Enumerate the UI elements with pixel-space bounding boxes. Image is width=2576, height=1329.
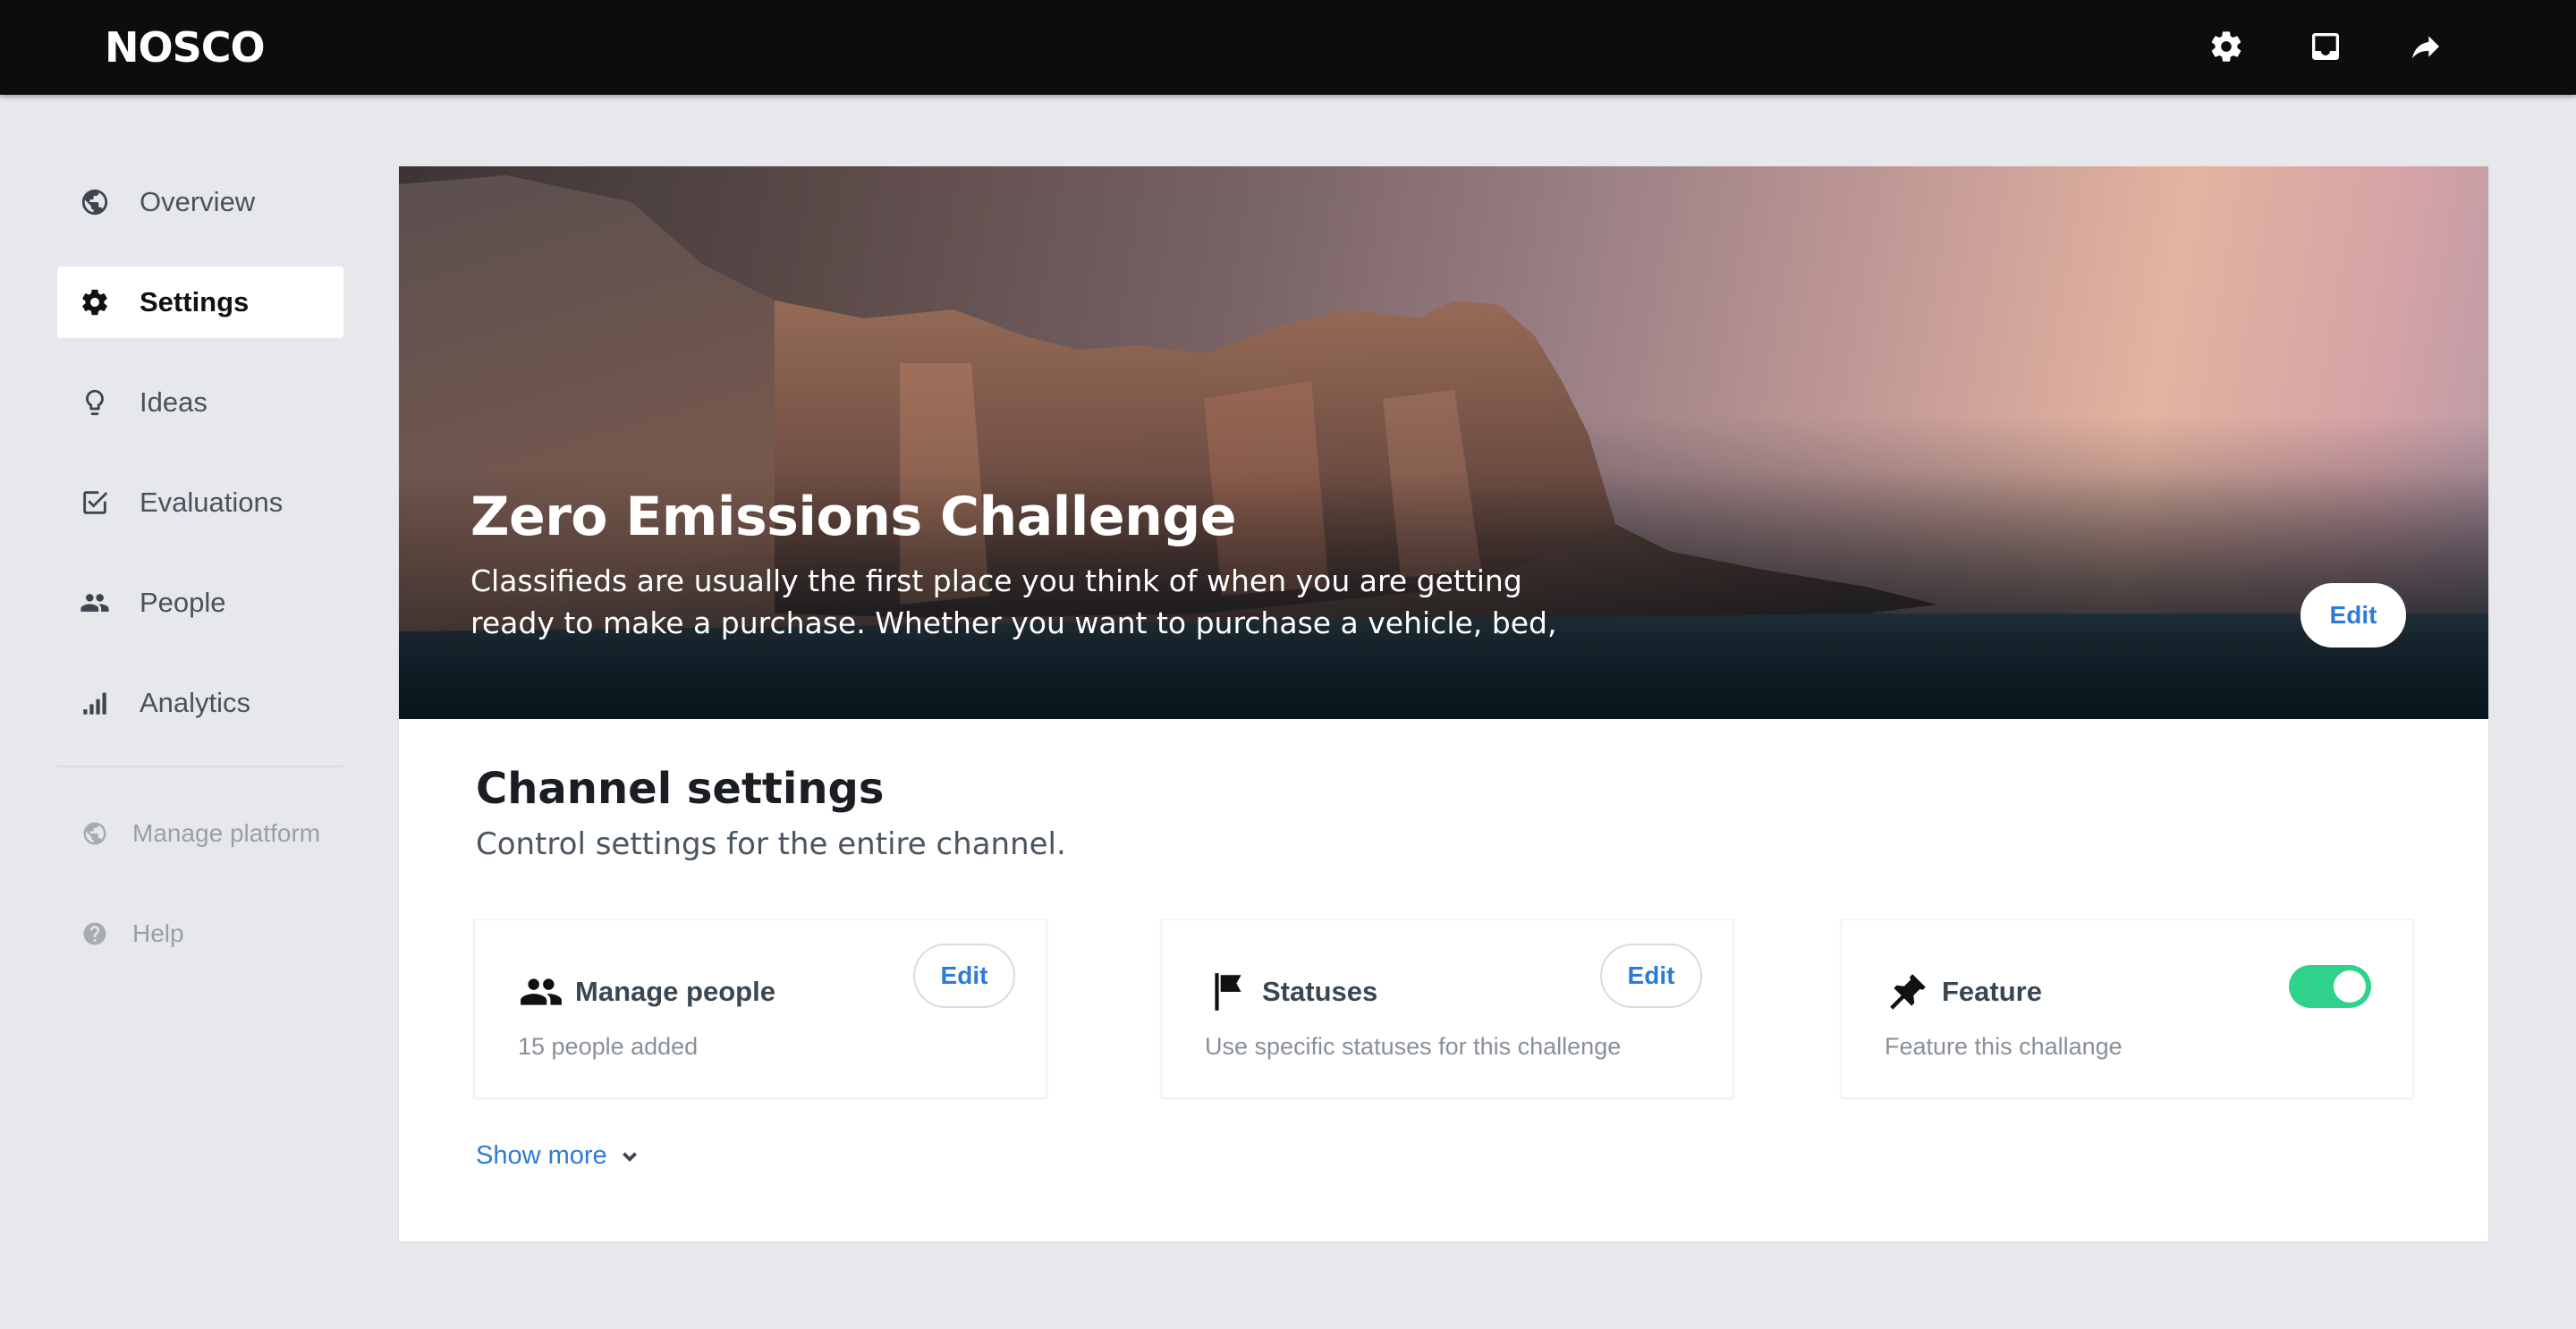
setting-description: Feature this challange bbox=[1885, 1033, 2123, 1060]
sidebar: Overview Settings Ideas Evaluations Peop… bbox=[57, 166, 343, 767]
inbox-icon[interactable] bbox=[2305, 26, 2346, 67]
sidebar-item-people[interactable]: People bbox=[57, 567, 343, 639]
section-title: Channel settings bbox=[476, 764, 885, 814]
edit-manage-people-button[interactable]: Edit bbox=[913, 944, 1015, 1008]
sidebar-item-label: Settings bbox=[140, 286, 250, 317]
setting-title: Manage people bbox=[575, 976, 775, 1007]
challenge-description: Classifieds are usually the first place … bbox=[470, 563, 1557, 640]
people-icon bbox=[518, 969, 564, 1015]
hero-banner: Zero Emissions Challenge Classifieds are… bbox=[399, 166, 2488, 719]
flag-icon bbox=[1205, 969, 1251, 1015]
setting-card-manage-people: Manage people 15 people added Edit bbox=[474, 919, 1046, 1098]
bar-chart-icon bbox=[79, 687, 111, 719]
sidebar-item-evaluations[interactable]: Evaluations bbox=[57, 467, 343, 538]
chevron-down-icon bbox=[622, 1151, 637, 1162]
sidebar-item-label: Manage platform bbox=[132, 819, 321, 847]
globe-icon bbox=[79, 186, 111, 218]
section-subtitle: Control settings for the entire channel. bbox=[476, 826, 1066, 862]
sidebar-item-help[interactable]: Help bbox=[57, 907, 343, 961]
sidebar-item-settings[interactable]: Settings bbox=[57, 267, 343, 338]
help-icon bbox=[80, 919, 109, 948]
edit-statuses-button[interactable]: Edit bbox=[1600, 944, 1702, 1008]
setting-card-statuses: Statuses Use specific statuses for this … bbox=[1161, 919, 1733, 1098]
sidebar-item-label: Ideas bbox=[140, 386, 208, 418]
sidebar-item-label: Help bbox=[132, 919, 184, 947]
pin-icon bbox=[1885, 969, 1931, 1015]
channel-card: Zero Emissions Challenge Classifieds are… bbox=[399, 166, 2488, 1241]
gear-icon bbox=[79, 286, 111, 318]
setting-title: Statuses bbox=[1262, 976, 1378, 1007]
challenge-title: Zero Emissions Challenge bbox=[470, 486, 1236, 548]
sidebar-item-manage-platform[interactable]: Manage platform bbox=[57, 807, 343, 860]
logo[interactable]: NOSCO bbox=[105, 22, 266, 72]
toggle-knob bbox=[2334, 970, 2366, 1003]
sidebar-divider bbox=[57, 766, 343, 767]
setting-title: Feature bbox=[1942, 976, 2042, 1007]
people-icon bbox=[79, 587, 111, 619]
checkbox-icon bbox=[79, 487, 111, 519]
share-icon[interactable] bbox=[2405, 26, 2446, 67]
globe-icon bbox=[80, 819, 109, 848]
sidebar-item-label: People bbox=[140, 587, 226, 618]
setting-description: Use specific statuses for this challenge bbox=[1205, 1033, 1622, 1060]
show-more-label: Show more bbox=[476, 1141, 607, 1170]
top-bar: NOSCO bbox=[0, 0, 2576, 95]
sidebar-item-overview[interactable]: Overview bbox=[57, 166, 343, 238]
sidebar-item-label: Analytics bbox=[140, 687, 251, 718]
setting-description: 15 people added bbox=[518, 1033, 699, 1060]
sidebar-item-label: Overview bbox=[140, 186, 256, 217]
edit-hero-button[interactable]: Edit bbox=[2301, 583, 2406, 648]
show-more-link[interactable]: Show more bbox=[476, 1141, 640, 1171]
feature-toggle[interactable] bbox=[2289, 965, 2371, 1008]
sidebar-item-analytics[interactable]: Analytics bbox=[57, 667, 343, 739]
lightbulb-icon bbox=[79, 386, 111, 419]
sidebar-item-label: Evaluations bbox=[140, 487, 284, 518]
gear-icon[interactable] bbox=[2206, 26, 2247, 67]
setting-card-feature: Feature Feature this challange bbox=[1841, 919, 2413, 1098]
sidebar-item-ideas[interactable]: Ideas bbox=[57, 367, 343, 438]
